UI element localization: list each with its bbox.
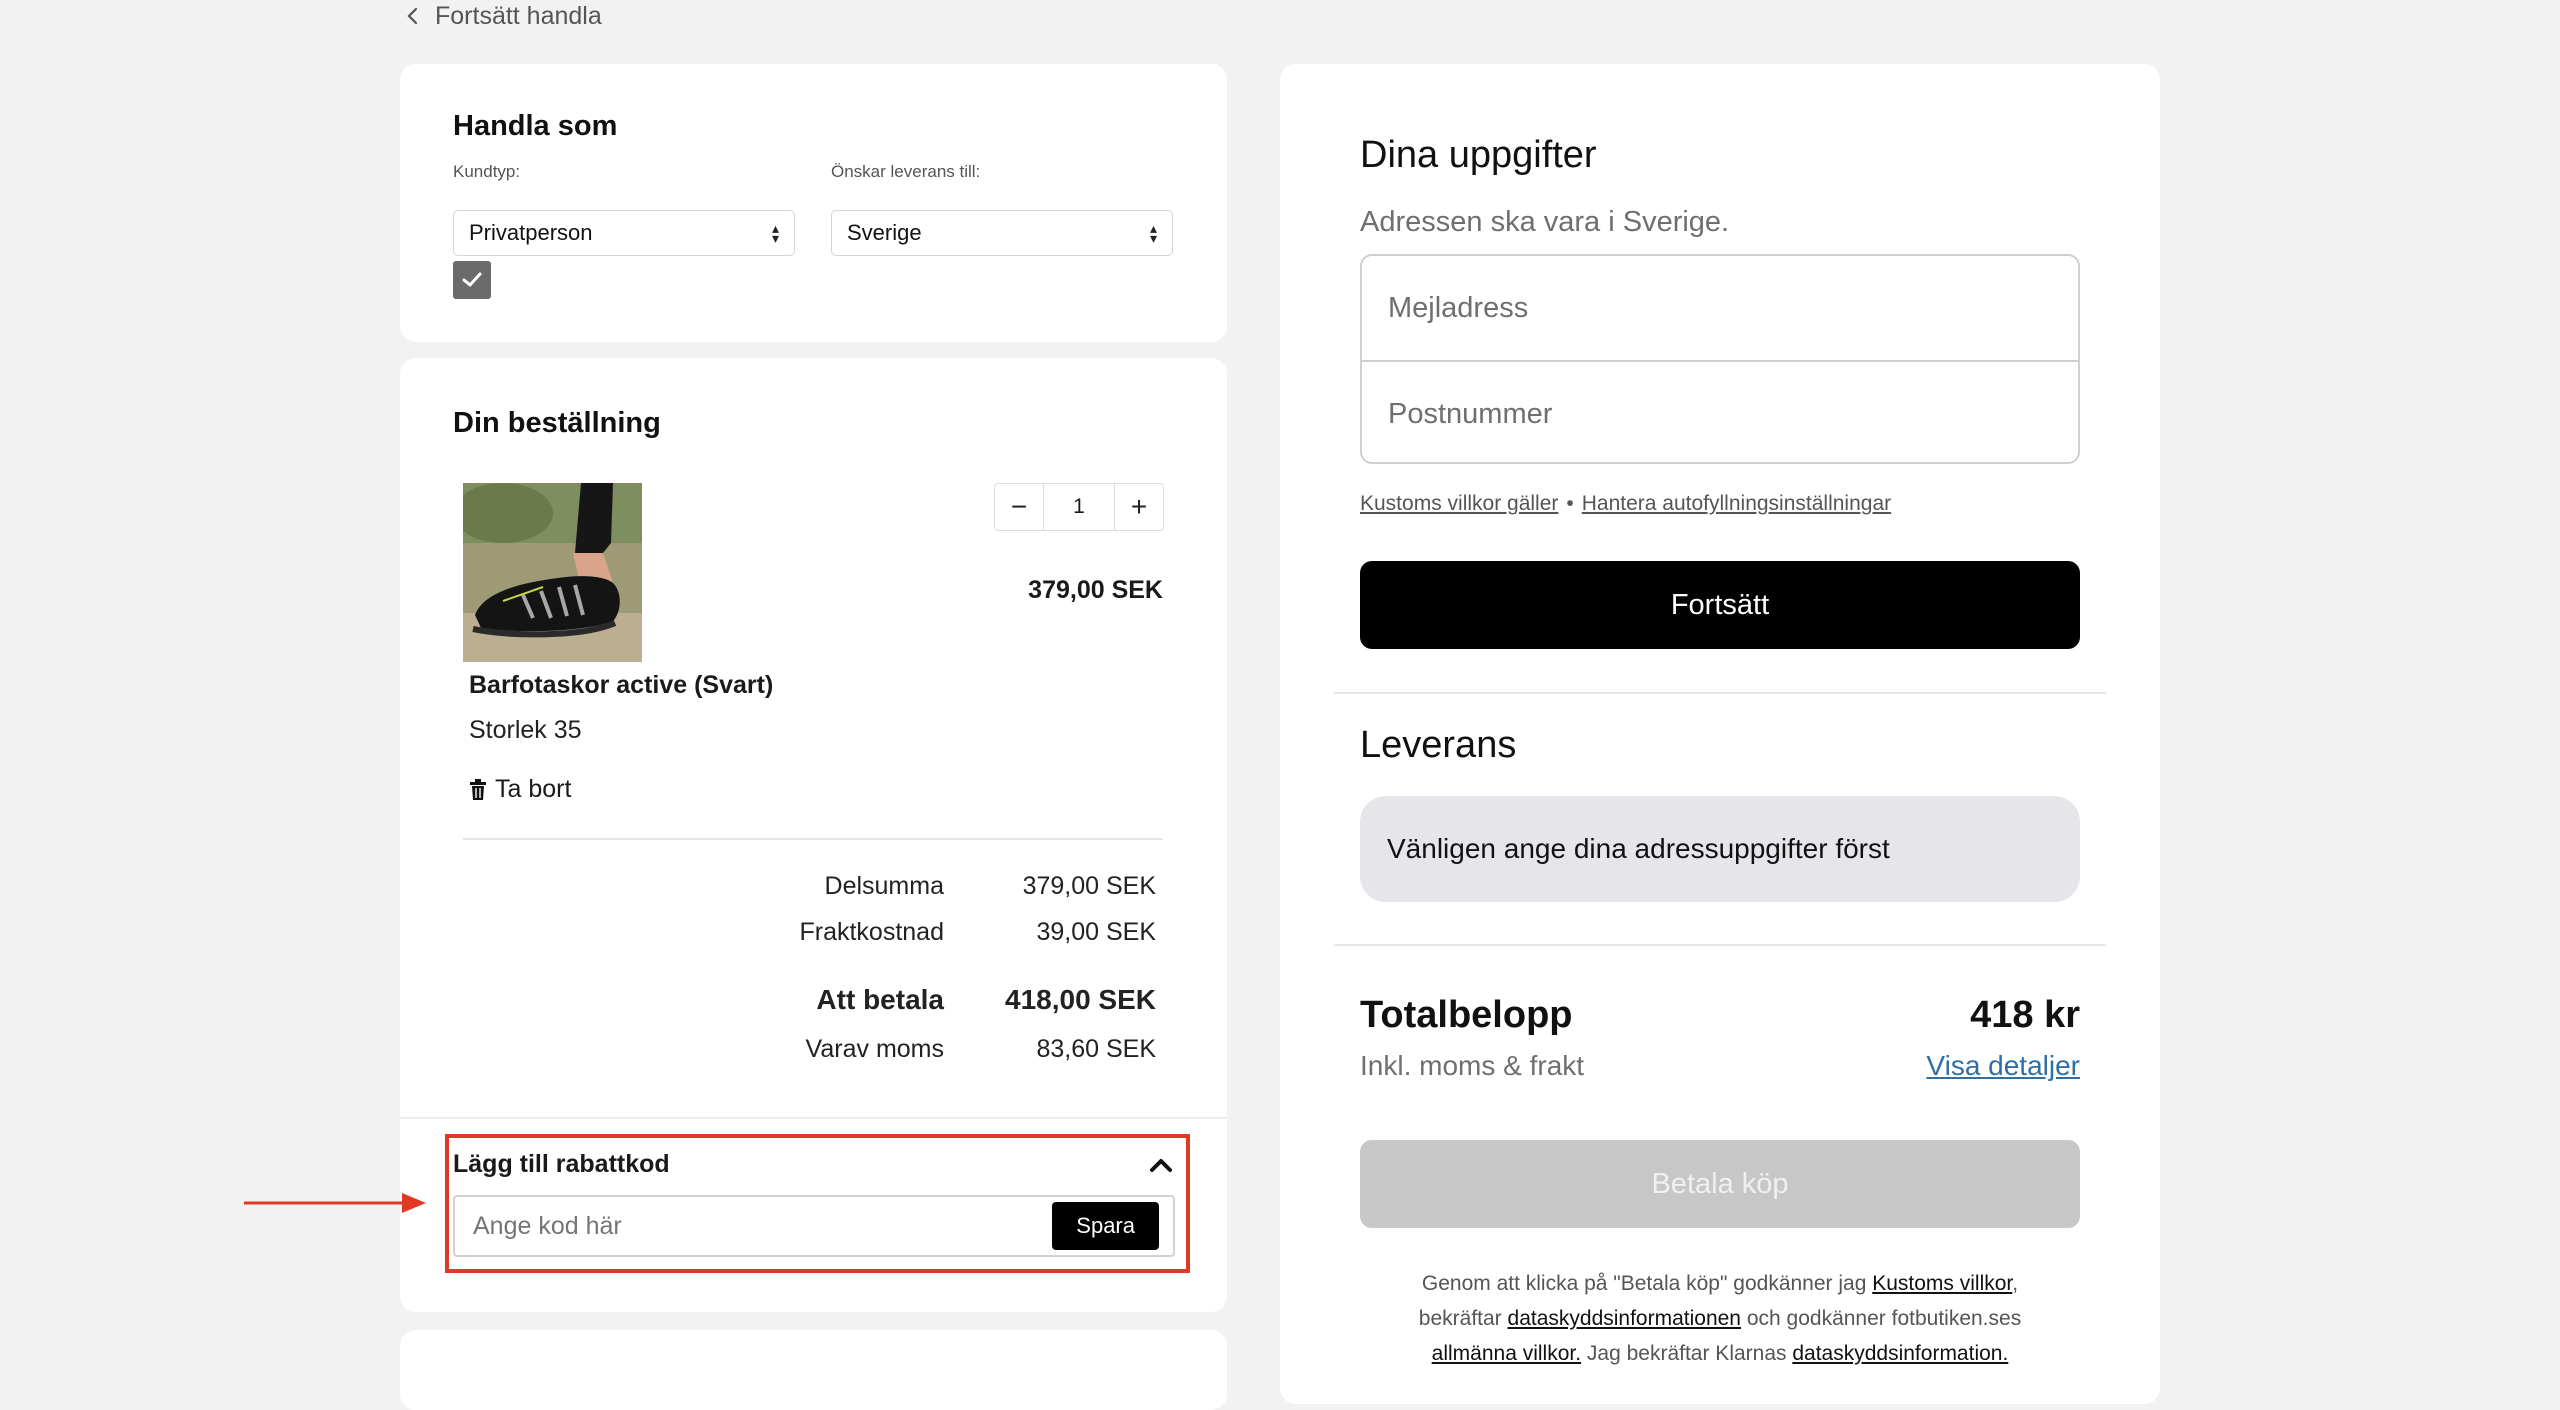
legal-text-5: Jag bekräftar Klarnas	[1581, 1342, 1793, 1365]
plus-button[interactable]: +	[1115, 484, 1163, 530]
total-amount: 418 kr	[1970, 994, 2080, 1036]
legal-text: Genom att klicka på "Betala köp" godkänn…	[1360, 1266, 2080, 1371]
view-details-link[interactable]: Visa detaljer	[1926, 1050, 2080, 1082]
quantity-value[interactable]: 1	[1043, 484, 1115, 530]
back-link-label: Fortsätt handla	[435, 1, 602, 30]
terms-link[interactable]: Kustoms villkor gäller	[1360, 492, 1558, 516]
pay-button[interactable]: Betala köp	[1360, 1140, 2080, 1228]
vat-value: 83,60 SEK	[1036, 1035, 1156, 1063]
order-divider	[463, 838, 1163, 840]
checkout-links: Kustoms villkor gäller • Hantera autofyl…	[1360, 492, 1891, 516]
trash-icon	[470, 778, 486, 800]
vat-label: Varav moms	[805, 1035, 944, 1063]
legal-text-4: och godkänner fotbutiken.ses	[1741, 1307, 2022, 1330]
legal-text-1: Genom att klicka på "Betala köp" godkänn…	[1421, 1272, 1873, 1295]
legal-text-3: bekräftar	[1418, 1307, 1508, 1330]
delivery-notice-text: Vänligen ange dina adressuppgifter först	[1387, 833, 1890, 864]
checkmark-icon	[462, 272, 482, 287]
save-discount-button[interactable]: Spara	[1052, 1202, 1159, 1250]
shop-as-card	[400, 64, 1227, 342]
delivery-notice: Vänligen ange dina adressuppgifter först	[1360, 796, 2080, 902]
subtotal-value: 379,00 SEK	[1022, 872, 1156, 900]
general-terms-link[interactable]: allmänna villkor.	[1432, 1342, 1581, 1365]
kustom-terms-link[interactable]: Kustoms villkor	[1872, 1272, 2012, 1295]
autofill-settings-link[interactable]: Hantera autofyllningsinställningar	[1582, 492, 1891, 516]
link-separator: •	[1566, 492, 1574, 515]
privacy-info-link[interactable]: dataskyddsinformationen	[1508, 1307, 1741, 1330]
total-value: 418,00 SEK	[1005, 984, 1156, 1015]
select-arrows-icon: ▴ ▾	[1149, 220, 1157, 246]
product-name: Barfotaskor active (Svart)	[469, 671, 774, 699]
item-price: 379,00 SEK	[1028, 576, 1163, 604]
arrow-right-icon	[244, 1193, 426, 1213]
customer-type-label: Kundtyp:	[453, 162, 521, 181]
order-title: Din beställning	[453, 407, 661, 439]
legal-text-2: ,	[2012, 1272, 2019, 1295]
product-image	[463, 483, 642, 662]
product-size: Storlek 35	[469, 716, 582, 744]
quantity-stepper[interactable]: − 1 +	[994, 483, 1164, 531]
remove-item-label: Ta bort	[495, 775, 572, 803]
checkbox[interactable]	[453, 261, 491, 299]
back-link[interactable]: Fortsätt handla	[405, 0, 602, 32]
shipping-label: Fraktkostnad	[799, 918, 944, 946]
subtotal-label: Delsumma	[824, 872, 944, 900]
total-subtitle: Inkl. moms & frakt	[1360, 1050, 1585, 1081]
collapse-chevron-icon[interactable]	[1148, 1152, 1174, 1178]
next-card	[400, 1330, 1227, 1410]
discount-title[interactable]: Lägg till rabattkod	[453, 1150, 670, 1179]
select-arrows-icon: ▴ ▾	[771, 220, 779, 246]
delivery-divider	[1334, 944, 2106, 946]
checkout-subtitle: Adressen ska vara i Sverige.	[1360, 206, 1730, 238]
checkout-divider	[1334, 692, 2106, 694]
discount-field: Spara	[453, 1195, 1175, 1257]
delivery-country-select[interactable]: Sverige ▴ ▾	[831, 210, 1173, 256]
continue-button[interactable]: Fortsätt	[1360, 561, 2080, 649]
summary-divider	[400, 1117, 1227, 1119]
delivery-country-value: Sverige	[847, 220, 922, 245]
klarna-privacy-link[interactable]: dataskyddsinformation.	[1792, 1342, 2008, 1365]
chevron-left-icon	[407, 7, 418, 25]
delivery-title: Leverans	[1360, 724, 1517, 766]
shoe-photo	[463, 483, 642, 662]
delivery-country-label: Önskar leverans till:	[831, 162, 981, 181]
email-field[interactable]	[1362, 256, 2078, 360]
shop-as-title: Handla som	[453, 110, 618, 142]
contact-form	[1360, 254, 2080, 464]
postal-code-field[interactable]	[1362, 362, 2078, 462]
checkout-title: Dina uppgifter	[1360, 134, 1597, 176]
discount-code-input[interactable]	[471, 1210, 995, 1242]
minus-button[interactable]: −	[995, 484, 1043, 530]
total-label: Att betala	[816, 984, 944, 1015]
customer-type-select[interactable]: Privatperson ▴ ▾	[453, 210, 795, 256]
customer-type-value: Privatperson	[469, 220, 593, 245]
remove-item-button[interactable]: Ta bort	[469, 775, 571, 804]
shipping-value: 39,00 SEK	[1036, 918, 1156, 946]
total-title: Totalbelopp	[1360, 994, 1573, 1036]
